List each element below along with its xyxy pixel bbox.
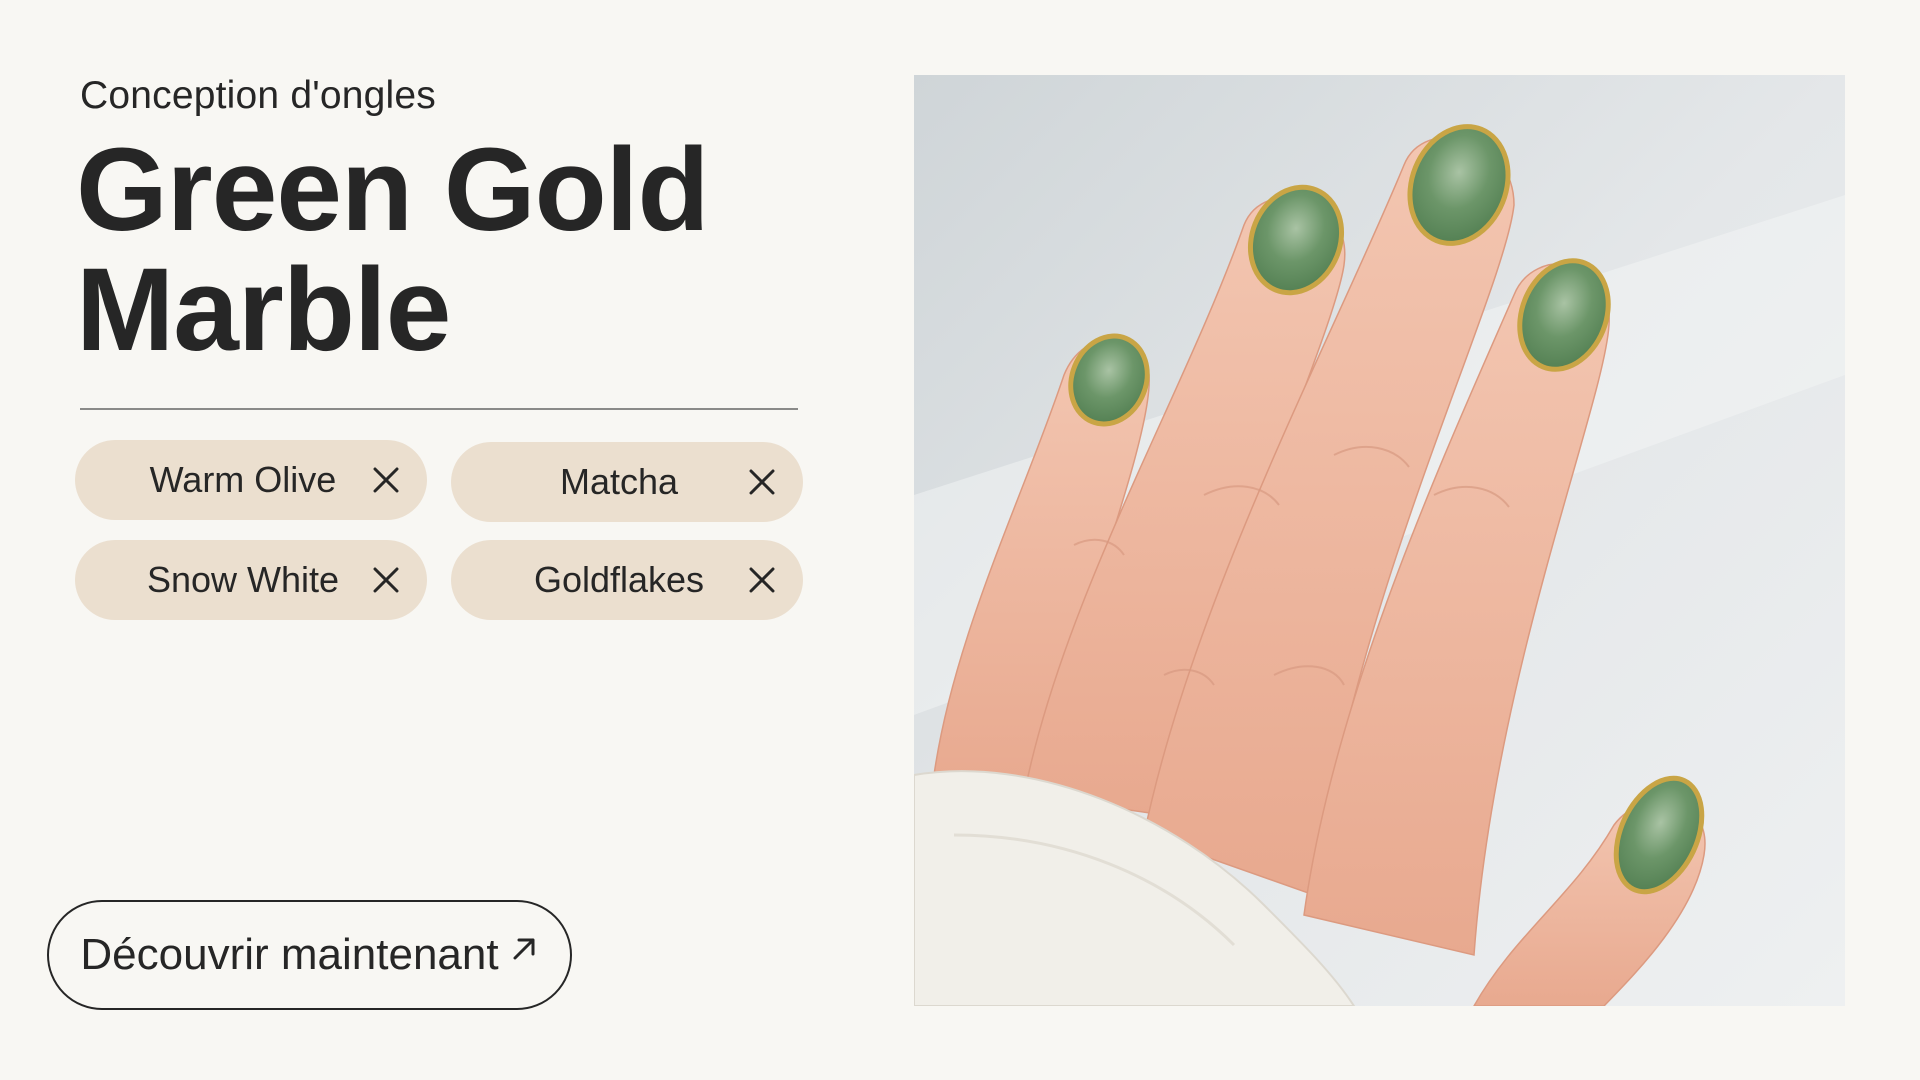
tag-label: Warm Olive bbox=[149, 459, 337, 500]
close-icon[interactable] bbox=[747, 467, 777, 497]
page-title: Green Gold Marble bbox=[76, 124, 710, 376]
tag-chip-goldflakes[interactable]: Goldflakes bbox=[451, 540, 803, 620]
arrow-up-right-icon bbox=[513, 938, 535, 960]
tag-chip-warm-olive[interactable]: Warm Olive bbox=[75, 440, 427, 520]
nail-photo bbox=[914, 75, 1845, 1006]
divider bbox=[80, 408, 798, 410]
page-subtitle: Conception d'ongles bbox=[80, 74, 436, 117]
tag-label: Snow White bbox=[146, 559, 340, 600]
tag-label: Matcha bbox=[559, 461, 679, 502]
hand-illustration bbox=[914, 75, 1845, 1006]
close-icon[interactable] bbox=[371, 465, 401, 495]
tag-chip-matcha[interactable]: Matcha bbox=[451, 442, 803, 522]
tag-chip-snow-white[interactable]: Snow White bbox=[75, 540, 427, 620]
discover-now-button[interactable]: Découvrir maintenant bbox=[47, 900, 572, 1010]
close-icon[interactable] bbox=[747, 565, 777, 595]
tag-label: Goldflakes bbox=[533, 559, 705, 600]
close-icon[interactable] bbox=[371, 565, 401, 595]
discover-now-label: Découvrir maintenant bbox=[80, 930, 499, 979]
page: Conception d'ongles Green Gold Marble Wa… bbox=[0, 0, 1920, 1080]
